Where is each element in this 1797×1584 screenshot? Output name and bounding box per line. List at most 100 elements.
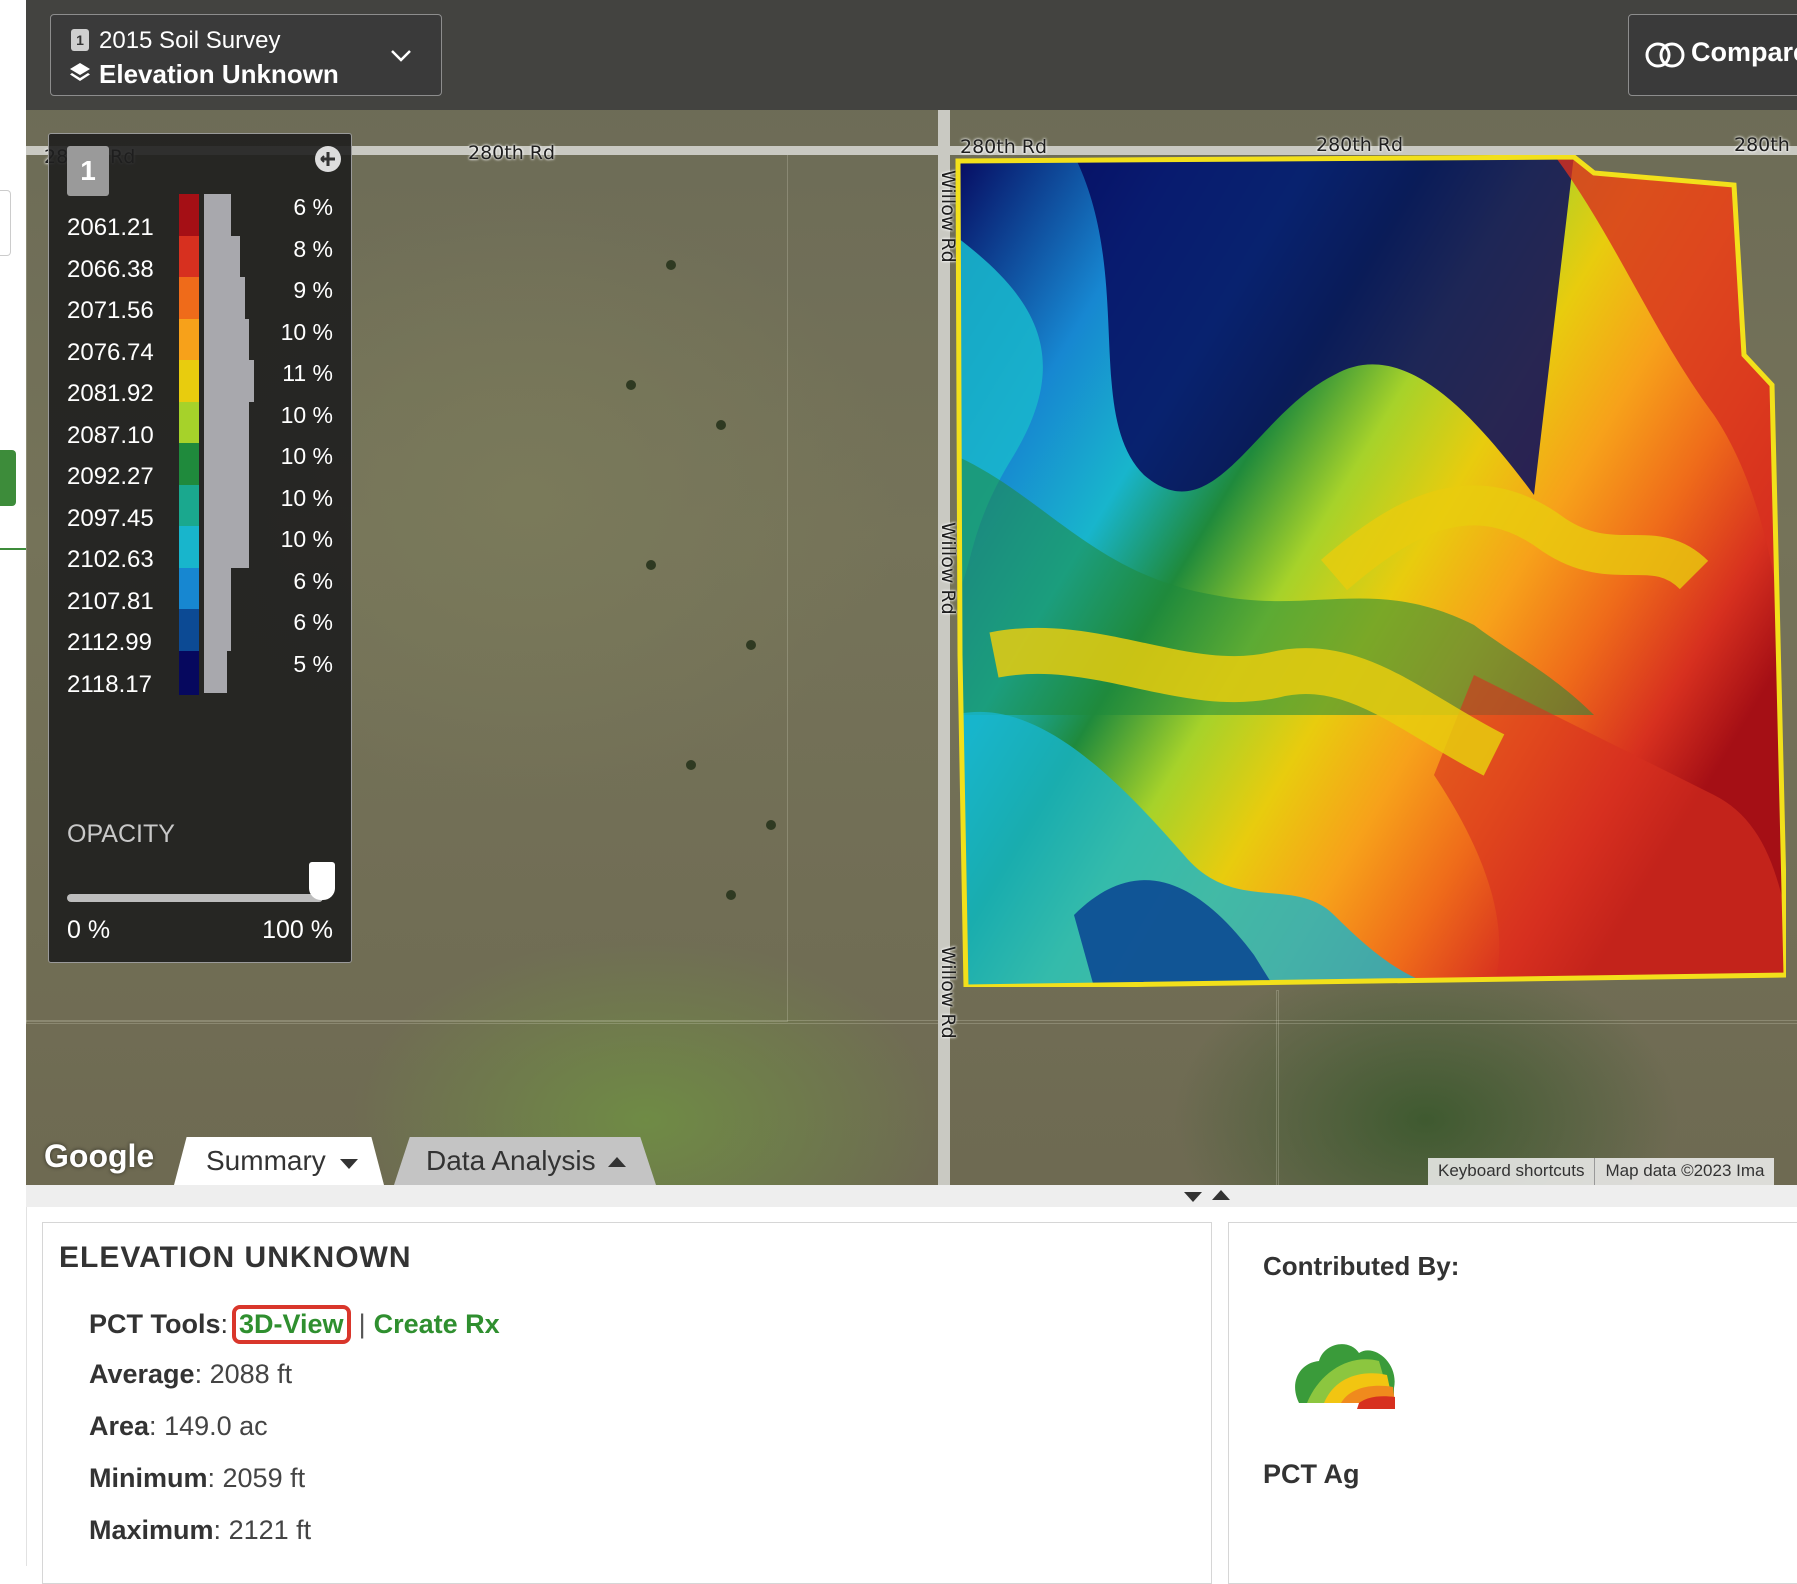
contributor-panel: Contributed By: PCT Ag bbox=[1228, 1222, 1797, 1584]
compare-label: Compare bbox=[1691, 37, 1797, 67]
legend-percent: 11 % bbox=[282, 360, 333, 386]
stat-area: Area: 149.0 ac bbox=[89, 1411, 268, 1441]
stat-label: Average bbox=[89, 1359, 195, 1389]
map-tree bbox=[716, 420, 726, 430]
legend-row: 2071.56 9 % bbox=[49, 277, 351, 324]
survey-name: 2015 Soil Survey bbox=[99, 27, 281, 54]
legend-row: 2118.17 5 % bbox=[49, 650, 351, 698]
legend-percent: 6 % bbox=[293, 609, 333, 635]
map-tree bbox=[686, 760, 696, 770]
legend-row: 2112.99 6 % bbox=[49, 609, 351, 656]
legend-row: 2081.92 11 % bbox=[49, 360, 351, 407]
contributed-by-title: Contributed By: bbox=[1263, 1251, 1460, 1281]
summary-panel: ELEVATION UNKNOWN PCT Tools: 3D-View | C… bbox=[42, 1222, 1212, 1584]
tab-data-analysis-label: Data Analysis bbox=[426, 1145, 596, 1176]
layers-icon bbox=[70, 63, 90, 81]
tab-summary-label: Summary bbox=[206, 1145, 326, 1176]
pct-tools-colon: : bbox=[220, 1309, 229, 1339]
sidebar-active-indicator bbox=[0, 548, 26, 550]
map-tree bbox=[626, 380, 636, 390]
legend-swatch bbox=[179, 401, 199, 446]
sidebar-toggle-tab[interactable] bbox=[0, 450, 16, 506]
legend-row: 2102.63 10 % bbox=[49, 526, 351, 573]
summary-title: ELEVATION UNKNOWN bbox=[59, 1241, 412, 1274]
keyboard-shortcuts-link[interactable]: Keyboard shortcuts bbox=[1428, 1158, 1594, 1185]
road-label-280th: 280th bbox=[1734, 134, 1790, 156]
legend-row: 2097.45 10 % bbox=[49, 484, 351, 532]
legend-share-bar bbox=[204, 277, 245, 319]
legend-swatch bbox=[179, 277, 199, 321]
compare-button[interactable]: Compare bbox=[1628, 14, 1797, 96]
legend-share-bar bbox=[204, 235, 240, 278]
legend-row: 2092.27 10 % bbox=[49, 443, 351, 490]
stat-value: 149.0 ac bbox=[164, 1411, 268, 1441]
map-data-text[interactable]: Map data ©2023 Ima bbox=[1595, 1158, 1774, 1185]
pct-tools-row: PCT Tools: 3D-View | Create Rx bbox=[89, 1305, 500, 1344]
pin-toggle-icon[interactable] bbox=[313, 144, 343, 174]
stat-value: 2121 ft bbox=[228, 1515, 312, 1545]
legend-row: 2087.10 10 % bbox=[49, 401, 351, 449]
tools-separator: | bbox=[358, 1309, 366, 1339]
legend-row: 2107.81 6 % bbox=[49, 567, 351, 615]
legend-swatch bbox=[179, 194, 199, 238]
opacity-slider-thumb[interactable] bbox=[309, 862, 335, 900]
tab-summary[interactable]: Summary bbox=[174, 1137, 384, 1185]
sidebar-collapse-handle[interactable] bbox=[0, 190, 11, 256]
3d-view-link[interactable]: 3D-View bbox=[232, 1305, 351, 1344]
elevation-legend: 1 2061.21 6 % 2066.38 8 % 2071.56 9 % 2076.74 1… bbox=[48, 133, 352, 963]
opacity-min-label: 0 % bbox=[67, 916, 111, 944]
legend-swatch bbox=[179, 609, 199, 653]
opacity-slider-track[interactable] bbox=[67, 894, 323, 902]
satellite-map[interactable]: 280th Rd 280th Rd 280th Rd 280th 28 Rd W… bbox=[26, 0, 1797, 1185]
legend-swatch bbox=[179, 235, 199, 280]
legend-share-bar bbox=[204, 401, 249, 444]
legend-share-bar bbox=[204, 650, 227, 693]
legend-share-bar bbox=[204, 318, 249, 361]
legend-percent: 10 % bbox=[280, 401, 333, 428]
legend-row: 2066.38 8 % bbox=[49, 235, 351, 283]
legend-percent: 10 % bbox=[280, 443, 333, 469]
legend-share-bar bbox=[204, 609, 231, 651]
legend-swatch bbox=[179, 443, 199, 487]
stat-value: 2088 ft bbox=[209, 1359, 293, 1389]
caret-up-icon bbox=[608, 1157, 626, 1167]
legend-percent: 10 % bbox=[280, 318, 333, 345]
legend-percent: 10 % bbox=[280, 526, 333, 552]
legend-percent: 5 % bbox=[293, 650, 333, 677]
road-label-280th: 280th Rd bbox=[468, 142, 556, 164]
opacity-label: OPACITY bbox=[67, 820, 175, 848]
stat-label: Minimum bbox=[89, 1463, 208, 1493]
stat-label: Area bbox=[89, 1411, 150, 1441]
google-logo: Google bbox=[44, 1138, 155, 1174]
legend-percent: 9 % bbox=[293, 277, 333, 303]
road-label-280th: 280th Rd bbox=[1316, 134, 1404, 156]
stat-minimum: Minimum: 2059 ft bbox=[89, 1463, 306, 1493]
legend-share-bar bbox=[204, 526, 249, 568]
map-tree bbox=[666, 260, 676, 270]
stat-value: 2059 ft bbox=[222, 1463, 306, 1493]
legend-swatch bbox=[179, 318, 199, 363]
stat-maximum: Maximum: 2121 ft bbox=[89, 1515, 312, 1545]
map-tree bbox=[646, 560, 656, 570]
legend-value: 2118.17 bbox=[67, 670, 152, 698]
expand-up-icon[interactable] bbox=[1212, 1190, 1230, 1200]
legend-share-bar bbox=[204, 484, 249, 527]
legend-layer-badge: 1 bbox=[67, 146, 109, 196]
map-parcel-outline bbox=[26, 1020, 1797, 1024]
panel-splitter[interactable] bbox=[26, 1185, 1797, 1207]
create-rx-link[interactable]: Create Rx bbox=[374, 1309, 500, 1340]
map-attribution: Keyboard shortcuts Map data ©2023 Ima bbox=[1428, 1158, 1775, 1185]
map-tree bbox=[766, 820, 776, 830]
legend-percent: 10 % bbox=[280, 484, 333, 511]
legend-row: 2076.74 10 % bbox=[49, 318, 351, 366]
legend-swatch bbox=[179, 484, 199, 529]
legend-swatch bbox=[179, 526, 199, 570]
legend-share-bar bbox=[204, 567, 231, 610]
opacity-max-label: 100 % bbox=[262, 916, 333, 944]
layer-name: Elevation Unknown bbox=[99, 59, 339, 89]
tab-data-analysis[interactable]: Data Analysis bbox=[394, 1137, 656, 1185]
collapse-down-icon[interactable] bbox=[1184, 1192, 1202, 1202]
caret-down-icon bbox=[340, 1159, 358, 1169]
elevation-heatmap-field[interactable] bbox=[954, 155, 1786, 987]
layer-selector[interactable]: 1 2015 Soil Survey Elevation Unknown bbox=[50, 14, 442, 96]
